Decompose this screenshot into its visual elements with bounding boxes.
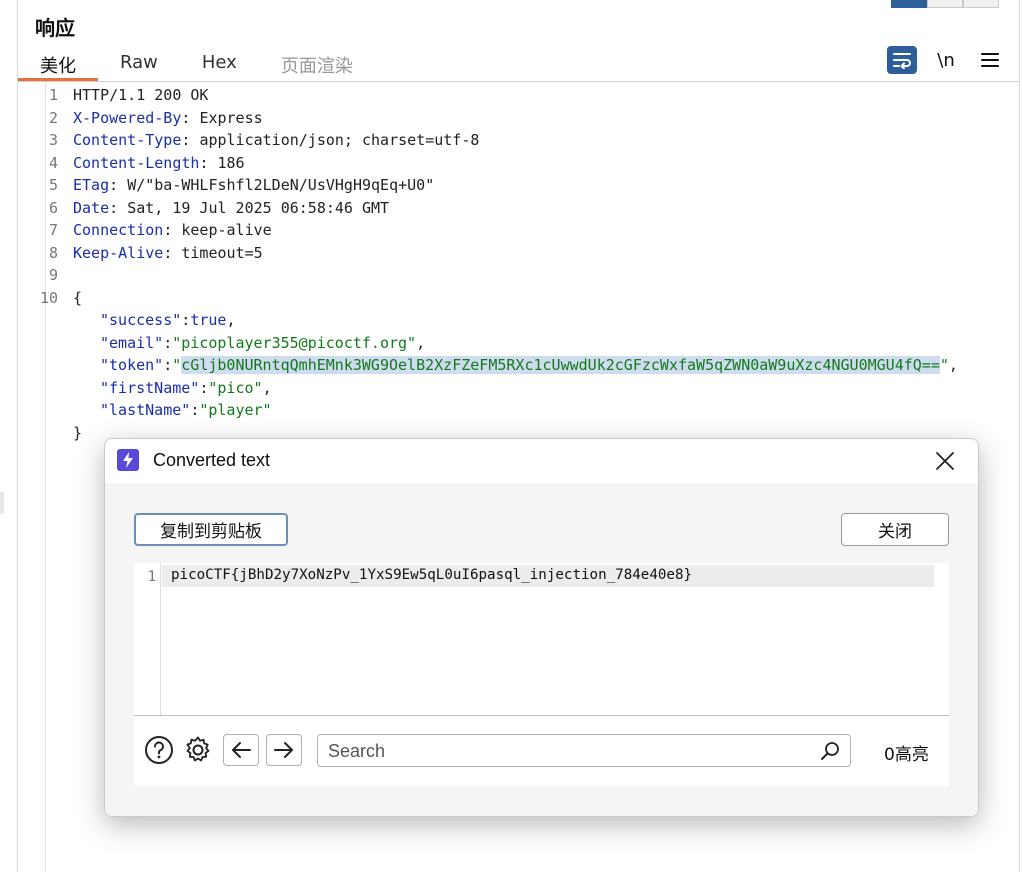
line-number: 1 bbox=[147, 569, 156, 585]
line-number: 3 bbox=[48, 131, 58, 149]
layout-toggle-vertical[interactable] bbox=[963, 0, 999, 8]
json-close-brace: } bbox=[73, 423, 83, 442]
help-icon bbox=[145, 736, 173, 764]
json-open-brace: { bbox=[73, 288, 83, 307]
json-key: "lastName" bbox=[100, 401, 191, 419]
header-key: Content-Length bbox=[73, 153, 200, 172]
output-gutter: 1 bbox=[134, 563, 161, 715]
word-wrap-button[interactable] bbox=[887, 46, 917, 74]
json-value: "pico" bbox=[208, 378, 263, 397]
search-input[interactable] bbox=[328, 739, 798, 763]
tab-hex[interactable]: Hex bbox=[180, 46, 259, 81]
code-line: 2 X-Powered-By: Express bbox=[18, 107, 263, 130]
dialog-title: Converted text bbox=[153, 450, 271, 470]
code-line: 7 Connection: keep-alive bbox=[18, 219, 272, 242]
token-value-selected[interactable]: cGljb0NURntqQmhEMnk3WG9OelB2XzFZeFM5RXc1… bbox=[181, 356, 940, 374]
json-value: "player" bbox=[199, 401, 272, 419]
header-value: 186 bbox=[217, 153, 245, 172]
tab-render[interactable]: 页面渲染 bbox=[259, 46, 375, 81]
code-line: 4 Content-Length: 186 bbox=[18, 152, 245, 175]
editor-menu-button[interactable] bbox=[975, 46, 1005, 74]
header-value: Express bbox=[199, 108, 263, 127]
previous-match-button[interactable] bbox=[223, 734, 259, 766]
json-key: "success" bbox=[100, 311, 182, 329]
dialog-close-button[interactable] bbox=[933, 449, 957, 473]
response-tabs: 美化 Raw Hex 页面渲染 bbox=[18, 46, 375, 81]
header-value: keep-alive bbox=[181, 221, 272, 239]
editor-toolbar: \n bbox=[887, 46, 1005, 74]
search-bar: 0高亮 bbox=[134, 716, 949, 786]
word-wrap-icon bbox=[893, 53, 911, 69]
code-line: 8 Keep-Alive: timeout=5 bbox=[18, 242, 263, 265]
tabs-divider bbox=[18, 81, 1019, 82]
code-line: 10 { bbox=[18, 287, 82, 310]
line-number: 10 bbox=[39, 288, 58, 307]
converted-text-dialog: Converted text 复制到剪贴板 关闭 1 picoCTF{jBhD2… bbox=[104, 438, 979, 817]
close-button[interactable]: 关闭 bbox=[841, 513, 949, 546]
line-number: 7 bbox=[48, 221, 58, 239]
converted-output-editor[interactable]: 1 picoCTF{jBhD2y7XoNzPv_1YxS9Ew5qL0uI6pa… bbox=[134, 563, 949, 715]
header-key: Content-Type bbox=[73, 131, 182, 149]
status-line: HTTP/1.1 200 OK bbox=[73, 86, 209, 104]
header-key: Keep-Alive bbox=[73, 243, 164, 262]
header-value: timeout=5 bbox=[181, 243, 263, 262]
code-line: 6 Date: Sat, 19 Jul 2025 06:58:46 GMT bbox=[18, 197, 389, 220]
lightning-icon bbox=[117, 449, 139, 471]
tab-pretty[interactable]: 美化 bbox=[18, 46, 98, 81]
line-number: 5 bbox=[48, 176, 58, 194]
highlight-count: 0高亮 bbox=[884, 745, 929, 765]
json-value: true bbox=[190, 311, 227, 329]
header-key: Date bbox=[73, 198, 110, 217]
json-key: "firstName" bbox=[100, 378, 200, 397]
code-line: 3 Content-Type: application/json; charse… bbox=[18, 129, 479, 152]
layout-toggle-split[interactable] bbox=[891, 0, 927, 8]
json-key: "email" bbox=[100, 333, 164, 352]
dialog-header: Converted text bbox=[105, 439, 978, 483]
code-line: 1 HTTP/1.1 200 OK bbox=[18, 84, 209, 107]
close-icon bbox=[936, 452, 954, 470]
line-number: 2 bbox=[48, 108, 58, 127]
search-field[interactable] bbox=[317, 734, 851, 767]
code-line: 5 ETag: W/"ba-WHLFshfl2LDeN/UsVHgH9qEq+U… bbox=[18, 174, 434, 197]
panel-title: 响应 bbox=[35, 16, 75, 40]
next-match-button[interactable] bbox=[266, 734, 302, 766]
dialog-body: 复制到剪贴板 关闭 1 picoCTF{jBhD2y7XoNzPv_1YxS9E… bbox=[105, 483, 978, 816]
line-number: 4 bbox=[48, 153, 58, 172]
view-layout-toggles bbox=[891, 0, 999, 8]
line-number: 8 bbox=[48, 243, 58, 262]
header-key: Connection bbox=[73, 221, 164, 239]
header-value: Sat, 19 Jul 2025 06:58:46 GMT bbox=[127, 198, 390, 217]
converted-output-text[interactable]: picoCTF{jBhD2y7XoNzPv_1YxS9Ew5qL0uI6pasq… bbox=[171, 567, 692, 583]
arrow-left-icon bbox=[232, 742, 251, 758]
header-key: ETag bbox=[73, 176, 110, 194]
arrow-right-icon bbox=[274, 742, 293, 758]
header-value: W/"ba-WHLFshfl2LDeN/UsVHgH9qEq+U0" bbox=[127, 176, 435, 194]
line-number: 6 bbox=[48, 198, 58, 217]
tab-raw[interactable]: Raw bbox=[98, 46, 180, 81]
left-edge-marker bbox=[0, 492, 4, 514]
search-icon bbox=[821, 742, 839, 760]
show-newlines-button[interactable]: \n bbox=[931, 50, 961, 71]
hamburger-menu-icon bbox=[981, 53, 999, 67]
json-key: "token" bbox=[100, 356, 164, 374]
gear-icon bbox=[186, 736, 210, 762]
settings-button[interactable] bbox=[182, 734, 214, 766]
response-panel: 响应 美化 Raw Hex 页面渲染 \n 1 HTTP/1.1 200 OK … bbox=[0, 0, 1022, 872]
header-value: application/json; charset=utf-8 bbox=[199, 131, 480, 149]
layout-toggle-horizontal[interactable] bbox=[927, 0, 963, 8]
line-number: 1 bbox=[48, 86, 58, 104]
help-button[interactable] bbox=[143, 734, 175, 766]
code-line: 9 bbox=[18, 264, 58, 287]
panel-right-border bbox=[1019, 0, 1020, 872]
header-key: X-Powered-By bbox=[73, 108, 182, 127]
copy-to-clipboard-button[interactable]: 复制到剪贴板 bbox=[134, 513, 288, 546]
line-number: 9 bbox=[48, 266, 58, 284]
json-value: "picoplayer355@picoctf.org" bbox=[172, 333, 417, 352]
